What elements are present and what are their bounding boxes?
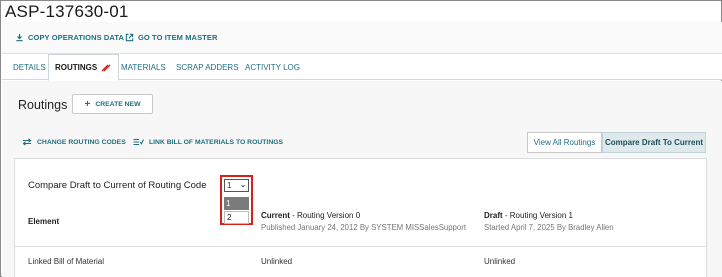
current-title: Current bbox=[261, 211, 290, 220]
copy-operations-data-button[interactable]: COPY OPERATIONS DATA bbox=[15, 27, 124, 47]
tab-materials-label: MATERIALS bbox=[121, 62, 166, 72]
draft-title: Draft bbox=[484, 211, 503, 220]
compare-label: Compare Draft to Current of Routing Code bbox=[28, 180, 207, 191]
compare-panel: Compare Draft to Current of Routing Code… bbox=[14, 158, 707, 277]
window-frame: ASP-137630-01 COPY OPERATIONS DATA GO TO… bbox=[0, 0, 722, 277]
tab-details-label: DETAILS bbox=[13, 62, 46, 72]
edit-pencil-icon bbox=[101, 64, 111, 72]
draft-meta: Started April 7, 2025 By Bradley Allen bbox=[484, 223, 614, 232]
external-link-icon bbox=[125, 33, 134, 41]
compare-draft-to-current-button[interactable]: Compare Draft To Current bbox=[602, 132, 706, 153]
link-bom-button[interactable]: LINK BILL OF MATERIALS TO ROUTINGS bbox=[133, 135, 283, 149]
create-new-label: CREATE NEW bbox=[95, 100, 141, 108]
top-action-bar: COPY OPERATIONS DATA GO TO ITEM MASTER bbox=[2, 22, 722, 54]
link-bom-label: LINK BILL OF MATERIALS TO ROUTINGS bbox=[149, 138, 284, 146]
tab-details[interactable]: DETAILS bbox=[7, 54, 52, 80]
go-to-item-master-button[interactable]: GO TO ITEM MASTER bbox=[125, 27, 217, 47]
table-row-element: Linked Bill of Material bbox=[28, 257, 105, 266]
current-meta: Published January 24, 2012 By SYSTEM MIS… bbox=[261, 223, 466, 232]
tab-materials[interactable]: MATERIALS bbox=[115, 54, 172, 80]
go-to-item-master-label: GO TO ITEM MASTER bbox=[138, 32, 218, 42]
routing-code-select-highlight: 1 ⌄ 1 2 bbox=[220, 175, 253, 225]
table-row-draft: Unlinked bbox=[484, 257, 516, 266]
current-column-header: Current - Routing Version 0 bbox=[261, 211, 360, 220]
change-routing-codes-label: CHANGE ROUTING CODES bbox=[37, 138, 126, 146]
table-row-current: Unlinked bbox=[261, 257, 293, 266]
change-routing-codes-button[interactable]: CHANGE ROUTING CODES bbox=[22, 135, 126, 149]
routing-code-select[interactable]: 1 ⌄ bbox=[224, 179, 249, 192]
tab-routings-label: ROUTINGS bbox=[55, 63, 98, 72]
tab-bar: DETAILS ROUTINGS MATERIALS SCRAP ADDERS … bbox=[2, 54, 722, 81]
plus-icon: + bbox=[84, 98, 91, 110]
routings-content: Routings + CREATE NEW CHANGE ROUTING COD… bbox=[2, 81, 722, 277]
create-new-button[interactable]: + CREATE NEW bbox=[72, 94, 153, 114]
copy-operations-data-label: COPY OPERATIONS DATA bbox=[28, 32, 125, 42]
tab-scrap-adders-label: SCRAP ADDERS bbox=[176, 62, 239, 72]
draft-version: - Routing Version 1 bbox=[502, 211, 573, 220]
chevron-down-icon: ⌄ bbox=[240, 182, 246, 189]
routings-heading: Routings bbox=[18, 98, 68, 112]
row-divider bbox=[15, 246, 706, 247]
routing-code-option-2[interactable]: 2 bbox=[224, 211, 249, 224]
current-version: - Routing Version 0 bbox=[289, 211, 361, 220]
tab-routings[interactable]: ROUTINGS bbox=[48, 54, 120, 81]
download-icon bbox=[16, 33, 23, 41]
view-all-routings-button[interactable]: View All Routings bbox=[527, 132, 602, 153]
tab-scrap-adders[interactable]: SCRAP ADDERS bbox=[170, 54, 245, 80]
page-title: ASP-137630-01 bbox=[5, 2, 129, 21]
link-list-icon bbox=[133, 138, 144, 146]
tab-activity-log[interactable]: ACTIVITY LOG bbox=[239, 54, 306, 80]
swap-arrows-icon bbox=[22, 138, 32, 146]
routing-code-option-1[interactable]: 1 bbox=[224, 197, 249, 210]
element-column-header: Element bbox=[28, 217, 60, 226]
routing-code-selected-value: 1 bbox=[227, 181, 232, 190]
draft-column-header: Draft - Routing Version 1 bbox=[484, 211, 573, 220]
tab-activity-log-label: ACTIVITY LOG bbox=[245, 62, 300, 72]
